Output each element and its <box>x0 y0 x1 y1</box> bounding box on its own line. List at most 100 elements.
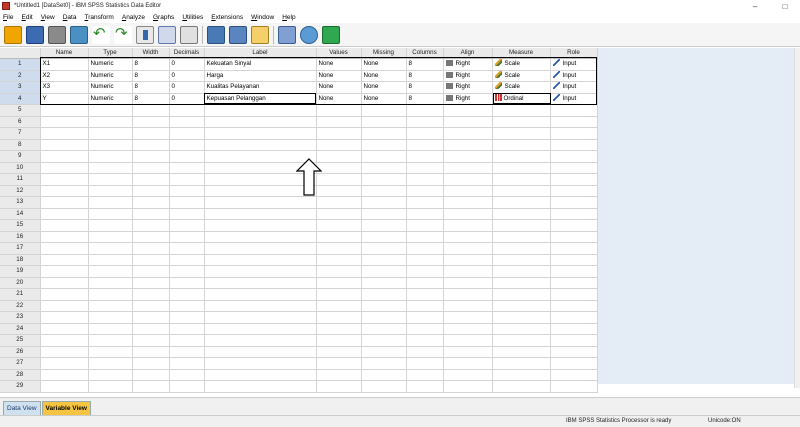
empty-cell[interactable] <box>316 357 362 370</box>
empty-cell[interactable] <box>88 277 133 289</box>
row-number[interactable]: 2 <box>0 70 41 82</box>
empty-cell[interactable] <box>443 300 493 312</box>
cell-values[interactable]: None <box>316 93 362 105</box>
empty-row[interactable]: 8 <box>0 139 598 151</box>
row-number[interactable]: 10 <box>0 162 41 174</box>
empty-cell[interactable] <box>406 265 444 278</box>
empty-cell[interactable] <box>443 208 493 220</box>
empty-cell[interactable] <box>316 265 362 278</box>
row-number[interactable]: 1 <box>0 58 41 71</box>
column-header-columns[interactable]: Columns <box>406 48 444 59</box>
empty-cell[interactable] <box>169 219 205 232</box>
empty-cell[interactable] <box>550 357 598 370</box>
cell-align[interactable]: Right <box>443 70 493 82</box>
empty-cell[interactable] <box>169 311 205 324</box>
empty-cell[interactable] <box>169 300 205 312</box>
weight-cases-icon[interactable] <box>251 25 269 44</box>
empty-row[interactable]: 20 <box>0 277 598 289</box>
cell-label-editing[interactable]: Kepuasan Pelanggan <box>204 93 317 105</box>
empty-cell[interactable] <box>316 369 362 381</box>
empty-cell[interactable] <box>88 162 133 174</box>
empty-cell[interactable] <box>88 346 133 358</box>
empty-cell[interactable] <box>132 196 170 209</box>
empty-cell[interactable] <box>169 208 205 220</box>
open-icon[interactable] <box>4 25 22 44</box>
menu-edit[interactable]: Edit <box>19 14 38 21</box>
column-header-decimals[interactable]: Decimals <box>169 48 205 59</box>
empty-cell[interactable] <box>492 254 551 266</box>
empty-cell[interactable] <box>169 116 205 128</box>
row-number[interactable]: 18 <box>0 254 41 266</box>
row-number[interactable]: 29 <box>0 380 41 393</box>
empty-cell[interactable] <box>316 162 362 174</box>
empty-cell[interactable] <box>443 265 493 278</box>
empty-cell[interactable] <box>406 242 444 255</box>
empty-cell[interactable] <box>361 265 407 278</box>
empty-cell[interactable] <box>316 116 362 128</box>
column-header-label[interactable]: Label <box>204 48 317 59</box>
empty-cell[interactable] <box>132 127 170 140</box>
cell-label[interactable]: Harga <box>204 70 317 82</box>
empty-cell[interactable] <box>406 162 444 174</box>
column-header-measure[interactable]: Measure <box>492 48 551 59</box>
empty-cell[interactable] <box>406 150 444 163</box>
empty-cell[interactable] <box>204 242 317 255</box>
empty-cell[interactable] <box>550 311 598 324</box>
empty-cell[interactable] <box>132 334 170 347</box>
row-number[interactable]: 14 <box>0 208 41 220</box>
empty-cell[interactable] <box>443 369 493 381</box>
cell-role[interactable]: Input <box>550 81 598 94</box>
empty-cell[interactable] <box>40 254 89 266</box>
empty-cell[interactable] <box>132 173 170 186</box>
empty-row[interactable]: 29 <box>0 380 598 393</box>
empty-cell[interactable] <box>492 300 551 312</box>
empty-cell[interactable] <box>443 380 493 393</box>
cell-role[interactable]: Input <box>550 93 598 105</box>
empty-cell[interactable] <box>361 185 407 197</box>
empty-row[interactable]: 23 <box>0 311 598 324</box>
empty-row[interactable]: 19 <box>0 265 598 278</box>
empty-cell[interactable] <box>361 323 407 335</box>
cell-width[interactable]: 8 <box>132 93 170 105</box>
empty-row[interactable]: 16 <box>0 231 598 243</box>
empty-cell[interactable] <box>361 288 407 301</box>
empty-cell[interactable] <box>132 288 170 301</box>
use-sets-icon[interactable] <box>300 25 318 44</box>
empty-cell[interactable] <box>550 104 598 117</box>
empty-cell[interactable] <box>169 346 205 358</box>
empty-cell[interactable] <box>40 116 89 128</box>
menu-file[interactable]: File <box>0 14 19 21</box>
row-number[interactable]: 24 <box>0 323 41 335</box>
row-number[interactable]: 22 <box>0 300 41 312</box>
empty-cell[interactable] <box>132 265 170 278</box>
empty-row[interactable]: 27 <box>0 357 598 370</box>
empty-cell[interactable] <box>169 265 205 278</box>
empty-row[interactable]: 13 <box>0 196 598 209</box>
empty-cell[interactable] <box>169 139 205 151</box>
empty-cell[interactable] <box>443 323 493 335</box>
empty-cell[interactable] <box>132 185 170 197</box>
variable-row[interactable]: 2 X2 Numeric 8 0 Harga None None 8 Right… <box>0 70 598 82</box>
empty-cell[interactable] <box>169 334 205 347</box>
empty-cell[interactable] <box>406 185 444 197</box>
empty-cell[interactable] <box>406 127 444 140</box>
menu-transform[interactable]: Transform <box>81 14 118 21</box>
menu-help[interactable]: Help <box>279 14 300 21</box>
cell-role[interactable]: Input <box>550 58 598 71</box>
variables-icon[interactable] <box>158 25 176 44</box>
empty-cell[interactable] <box>132 104 170 117</box>
menu-utilities[interactable]: Utilities <box>179 14 208 21</box>
empty-cell[interactable] <box>443 346 493 358</box>
empty-cell[interactable] <box>406 357 444 370</box>
empty-cell[interactable] <box>204 231 317 243</box>
empty-cell[interactable] <box>204 219 317 232</box>
empty-cell[interactable] <box>361 300 407 312</box>
empty-cell[interactable] <box>361 208 407 220</box>
empty-cell[interactable] <box>361 369 407 381</box>
empty-cell[interactable] <box>316 219 362 232</box>
empty-cell[interactable] <box>361 219 407 232</box>
empty-cell[interactable] <box>40 323 89 335</box>
empty-cell[interactable] <box>40 219 89 232</box>
empty-cell[interactable] <box>492 265 551 278</box>
empty-cell[interactable] <box>169 104 205 117</box>
